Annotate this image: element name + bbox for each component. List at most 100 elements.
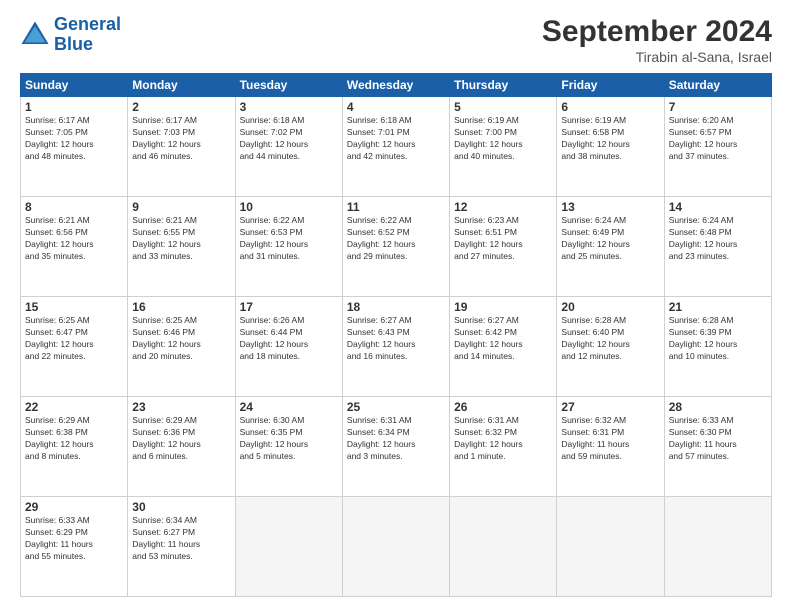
day-number: 19	[454, 300, 552, 314]
day-info: Sunrise: 6:20 AMSunset: 6:57 PMDaylight:…	[669, 115, 767, 163]
day-info: Sunrise: 6:33 AMSunset: 6:30 PMDaylight:…	[669, 415, 767, 463]
day-info: Sunrise: 6:17 AMSunset: 7:05 PMDaylight:…	[25, 115, 123, 163]
day-info: Sunrise: 6:29 AMSunset: 6:38 PMDaylight:…	[25, 415, 123, 463]
day-info: Sunrise: 6:21 AMSunset: 6:56 PMDaylight:…	[25, 215, 123, 263]
day-number: 8	[25, 200, 123, 214]
header: General Blue September 2024 Tirabin al-S…	[20, 15, 772, 65]
day-number: 7	[669, 100, 767, 114]
calendar-cell: 6Sunrise: 6:19 AMSunset: 6:58 PMDaylight…	[557, 97, 664, 197]
day-number: 3	[240, 100, 338, 114]
day-info: Sunrise: 6:21 AMSunset: 6:55 PMDaylight:…	[132, 215, 230, 263]
day-info: Sunrise: 6:17 AMSunset: 7:03 PMDaylight:…	[132, 115, 230, 163]
calendar-cell: 30Sunrise: 6:34 AMSunset: 6:27 PMDayligh…	[128, 497, 235, 597]
day-number: 5	[454, 100, 552, 114]
location: Tirabin al-Sana, Israel	[542, 49, 772, 65]
day-info: Sunrise: 6:28 AMSunset: 6:40 PMDaylight:…	[561, 315, 659, 363]
logo-line2: Blue	[54, 34, 93, 54]
day-info: Sunrise: 6:32 AMSunset: 6:31 PMDaylight:…	[561, 415, 659, 463]
day-number: 20	[561, 300, 659, 314]
calendar-cell: 7Sunrise: 6:20 AMSunset: 6:57 PMDaylight…	[664, 97, 771, 197]
month-title: September 2024	[542, 15, 772, 49]
day-info: Sunrise: 6:24 AMSunset: 6:48 PMDaylight:…	[669, 215, 767, 263]
day-number: 17	[240, 300, 338, 314]
day-number: 11	[347, 200, 445, 214]
calendar-cell: 25Sunrise: 6:31 AMSunset: 6:34 PMDayligh…	[342, 397, 449, 497]
day-number: 1	[25, 100, 123, 114]
weekday-header: Sunday	[21, 74, 128, 97]
calendar-week-row: 29Sunrise: 6:33 AMSunset: 6:29 PMDayligh…	[21, 497, 772, 597]
day-number: 16	[132, 300, 230, 314]
calendar-cell	[664, 497, 771, 597]
day-info: Sunrise: 6:34 AMSunset: 6:27 PMDaylight:…	[132, 515, 230, 563]
weekday-header: Thursday	[450, 74, 557, 97]
calendar-cell: 23Sunrise: 6:29 AMSunset: 6:36 PMDayligh…	[128, 397, 235, 497]
day-info: Sunrise: 6:27 AMSunset: 6:43 PMDaylight:…	[347, 315, 445, 363]
calendar-cell: 16Sunrise: 6:25 AMSunset: 6:46 PMDayligh…	[128, 297, 235, 397]
day-number: 14	[669, 200, 767, 214]
day-number: 26	[454, 400, 552, 414]
day-info: Sunrise: 6:23 AMSunset: 6:51 PMDaylight:…	[454, 215, 552, 263]
day-number: 30	[132, 500, 230, 514]
calendar-week-row: 8Sunrise: 6:21 AMSunset: 6:56 PMDaylight…	[21, 197, 772, 297]
calendar-cell: 17Sunrise: 6:26 AMSunset: 6:44 PMDayligh…	[235, 297, 342, 397]
calendar-week-row: 1Sunrise: 6:17 AMSunset: 7:05 PMDaylight…	[21, 97, 772, 197]
calendar-cell: 27Sunrise: 6:32 AMSunset: 6:31 PMDayligh…	[557, 397, 664, 497]
weekday-header: Friday	[557, 74, 664, 97]
day-number: 24	[240, 400, 338, 414]
calendar-cell: 14Sunrise: 6:24 AMSunset: 6:48 PMDayligh…	[664, 197, 771, 297]
calendar-cell: 20Sunrise: 6:28 AMSunset: 6:40 PMDayligh…	[557, 297, 664, 397]
calendar-cell: 28Sunrise: 6:33 AMSunset: 6:30 PMDayligh…	[664, 397, 771, 497]
page: General Blue September 2024 Tirabin al-S…	[0, 0, 792, 612]
title-block: September 2024 Tirabin al-Sana, Israel	[542, 15, 772, 65]
calendar-week-row: 22Sunrise: 6:29 AMSunset: 6:38 PMDayligh…	[21, 397, 772, 497]
day-info: Sunrise: 6:27 AMSunset: 6:42 PMDaylight:…	[454, 315, 552, 363]
calendar-cell: 29Sunrise: 6:33 AMSunset: 6:29 PMDayligh…	[21, 497, 128, 597]
calendar-cell	[557, 497, 664, 597]
day-number: 29	[25, 500, 123, 514]
weekday-header: Wednesday	[342, 74, 449, 97]
day-info: Sunrise: 6:29 AMSunset: 6:36 PMDaylight:…	[132, 415, 230, 463]
calendar-cell: 15Sunrise: 6:25 AMSunset: 6:47 PMDayligh…	[21, 297, 128, 397]
day-number: 23	[132, 400, 230, 414]
calendar-cell: 13Sunrise: 6:24 AMSunset: 6:49 PMDayligh…	[557, 197, 664, 297]
day-number: 2	[132, 100, 230, 114]
calendar-cell: 19Sunrise: 6:27 AMSunset: 6:42 PMDayligh…	[450, 297, 557, 397]
day-info: Sunrise: 6:31 AMSunset: 6:34 PMDaylight:…	[347, 415, 445, 463]
day-info: Sunrise: 6:30 AMSunset: 6:35 PMDaylight:…	[240, 415, 338, 463]
day-info: Sunrise: 6:25 AMSunset: 6:47 PMDaylight:…	[25, 315, 123, 363]
day-number: 12	[454, 200, 552, 214]
calendar-cell: 18Sunrise: 6:27 AMSunset: 6:43 PMDayligh…	[342, 297, 449, 397]
day-info: Sunrise: 6:24 AMSunset: 6:49 PMDaylight:…	[561, 215, 659, 263]
calendar-cell: 11Sunrise: 6:22 AMSunset: 6:52 PMDayligh…	[342, 197, 449, 297]
day-number: 6	[561, 100, 659, 114]
day-info: Sunrise: 6:22 AMSunset: 6:53 PMDaylight:…	[240, 215, 338, 263]
logo: General Blue	[20, 15, 121, 55]
day-number: 4	[347, 100, 445, 114]
calendar-cell: 9Sunrise: 6:21 AMSunset: 6:55 PMDaylight…	[128, 197, 235, 297]
day-info: Sunrise: 6:18 AMSunset: 7:02 PMDaylight:…	[240, 115, 338, 163]
calendar-cell: 5Sunrise: 6:19 AMSunset: 7:00 PMDaylight…	[450, 97, 557, 197]
calendar-cell: 10Sunrise: 6:22 AMSunset: 6:53 PMDayligh…	[235, 197, 342, 297]
day-info: Sunrise: 6:25 AMSunset: 6:46 PMDaylight:…	[132, 315, 230, 363]
day-number: 10	[240, 200, 338, 214]
calendar-cell: 3Sunrise: 6:18 AMSunset: 7:02 PMDaylight…	[235, 97, 342, 197]
calendar-cell: 26Sunrise: 6:31 AMSunset: 6:32 PMDayligh…	[450, 397, 557, 497]
calendar-cell: 22Sunrise: 6:29 AMSunset: 6:38 PMDayligh…	[21, 397, 128, 497]
day-number: 15	[25, 300, 123, 314]
day-info: Sunrise: 6:19 AMSunset: 7:00 PMDaylight:…	[454, 115, 552, 163]
calendar-cell: 2Sunrise: 6:17 AMSunset: 7:03 PMDaylight…	[128, 97, 235, 197]
day-info: Sunrise: 6:33 AMSunset: 6:29 PMDaylight:…	[25, 515, 123, 563]
calendar-cell: 8Sunrise: 6:21 AMSunset: 6:56 PMDaylight…	[21, 197, 128, 297]
logo-icon	[20, 20, 50, 50]
day-number: 22	[25, 400, 123, 414]
logo-text: General Blue	[54, 15, 121, 55]
calendar-week-row: 15Sunrise: 6:25 AMSunset: 6:47 PMDayligh…	[21, 297, 772, 397]
day-number: 25	[347, 400, 445, 414]
calendar-cell: 4Sunrise: 6:18 AMSunset: 7:01 PMDaylight…	[342, 97, 449, 197]
day-info: Sunrise: 6:19 AMSunset: 6:58 PMDaylight:…	[561, 115, 659, 163]
calendar-cell	[342, 497, 449, 597]
weekday-header-row: SundayMondayTuesdayWednesdayThursdayFrid…	[21, 74, 772, 97]
day-info: Sunrise: 6:28 AMSunset: 6:39 PMDaylight:…	[669, 315, 767, 363]
calendar-cell: 21Sunrise: 6:28 AMSunset: 6:39 PMDayligh…	[664, 297, 771, 397]
calendar: SundayMondayTuesdayWednesdayThursdayFrid…	[20, 73, 772, 597]
